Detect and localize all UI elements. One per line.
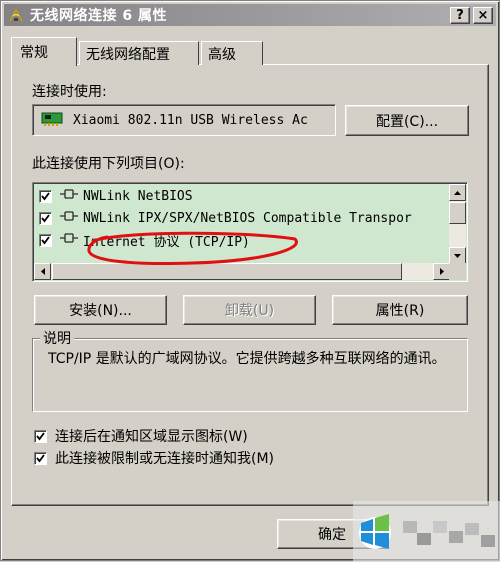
install-button-label: 安装(N)... [69,303,132,319]
option-notify-limited[interactable]: 此连接被限制或无连接时通知我(M) [34,448,274,468]
tab-advanced[interactable]: 高级 [201,41,263,65]
scroll-left-button[interactable] [34,263,51,280]
adapter-name-field: Xiaomi 802.11n USB Wireless Ac [32,104,336,136]
uninstall-button[interactable]: 卸载(U) [183,295,316,325]
protocol-icon [59,188,79,204]
list-item[interactable]: NWLink IPX/SPX/NetBIOS Compatible Transp… [39,207,412,229]
components-list[interactable]: NWLink NetBIOS NWLink IPX/SPX/NetBIOS Co… [32,182,468,282]
arrow-down-icon [454,253,461,258]
component-checkbox[interactable] [39,211,52,225]
option-show-icon[interactable]: 连接后在通知区域显示图标(W) [34,426,248,446]
component-name: NWLink NetBIOS [83,188,193,204]
install-button[interactable]: 安装(N)... [34,295,167,325]
tab-wireless-config[interactable]: 无线网络配置 [79,41,199,65]
component-checkbox[interactable] [39,233,52,247]
configure-button-label: 配置(C)... [375,113,439,130]
configure-button[interactable]: 配置(C)... [345,105,469,136]
network-connection-icon [8,7,24,23]
arrow-up-icon [454,190,461,195]
notify-limited-label: 此连接被限制或无连接时通知我(M) [55,451,275,467]
protocol-icon [59,210,79,226]
connect-using-label: 连接时使用: [32,84,107,100]
arrow-left-icon [40,268,45,275]
description-title: 说明 [40,328,74,348]
help-button[interactable]: ? [450,7,470,24]
scroll-down-button[interactable] [449,247,466,264]
scroll-thumb[interactable] [52,263,402,280]
horizontal-scrollbar[interactable] [34,263,450,280]
properties-button-label: 属性(R) [375,303,425,319]
vertical-scrollbar[interactable] [449,184,466,264]
component-name: NWLink IPX/SPX/NetBIOS Compatible Transp… [83,210,412,226]
description-text: TCP/IP 是默认的广域网协议。它提供跨越多种互联网络的通讯。 [48,351,446,367]
window-title: 无线网络连接 6 属性 [30,8,167,24]
list-item[interactable]: NWLink NetBIOS [39,185,193,207]
network-adapter-icon [41,110,65,130]
scroll-up-button[interactable] [449,184,466,201]
ok-button-label: 确定 [318,527,346,543]
ok-button[interactable]: 确定 [277,519,387,549]
tab-general[interactable]: 常规 [11,37,77,66]
list-item[interactable]: Internet 协议 (TCP/IP) [39,229,250,251]
components-label: 此连接使用下列项目(O): [32,156,185,172]
show-icon-label: 连接后在通知区域显示图标(W) [55,429,248,445]
uninstall-button-label: 卸载(U) [224,303,275,319]
component-name: Internet 协议 (TCP/IP) [83,234,250,250]
component-checkbox[interactable] [39,189,52,203]
notify-limited-checkbox[interactable] [34,451,47,465]
protocol-icon [59,232,79,248]
show-icon-checkbox[interactable] [34,429,47,443]
scroll-right-button[interactable] [433,263,450,280]
title-bar[interactable]: 无线网络连接 6 属性 ? × [4,4,496,26]
scroll-thumb[interactable] [449,202,466,224]
properties-dialog: 无线网络连接 6 属性 ? × 常规 无线网络配置 高级 连接时使用: Xiao… [0,0,500,562]
close-button[interactable]: × [473,7,493,24]
arrow-right-icon [439,268,444,275]
adapter-name: Xiaomi 802.11n USB Wireless Ac [73,112,308,128]
scroll-corner [449,263,466,280]
properties-button[interactable]: 属性(R) [332,295,468,325]
